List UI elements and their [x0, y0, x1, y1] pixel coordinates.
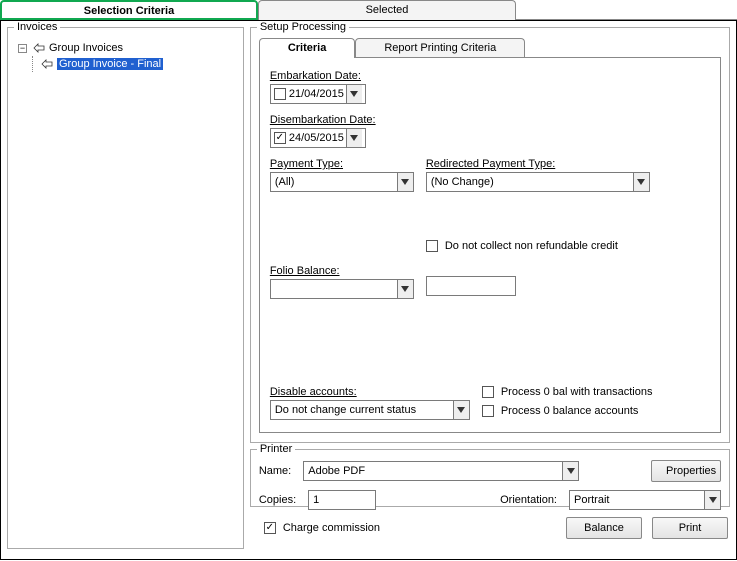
main-panel: Invoices − Group Invoices Group Invoice … — [0, 20, 737, 560]
dropdown-icon[interactable] — [453, 401, 469, 419]
copies-input[interactable]: 1 — [308, 490, 376, 510]
balance-button[interactable]: Balance — [566, 517, 642, 539]
tab-criteria[interactable]: Criteria — [259, 38, 356, 58]
criteria-panel: Embarkation Date: 21/04/2015 Disembarkat… — [259, 57, 721, 433]
orientation-value: Portrait — [574, 494, 702, 506]
process-0-bal-trans-label: Process 0 bal with transactions — [501, 386, 653, 398]
tab-report-printing[interactable]: Report Printing Criteria — [355, 38, 525, 58]
printer-fieldset: Printer Name: Adobe PDF Properties Copie… — [250, 449, 730, 507]
disembarkation-checkbox[interactable]: ✓ — [274, 132, 286, 144]
button-label: Print — [679, 522, 702, 534]
disembarkation-date-value: 24/05/2015 — [289, 132, 344, 144]
tree-child-row[interactable]: Group Invoice - Final — [18, 56, 235, 72]
folio-balance-label: Folio Balance: — [270, 265, 414, 277]
disembarkation-date-label: Disembarkation Date: — [270, 114, 710, 126]
pointer-icon — [31, 41, 47, 55]
properties-button[interactable]: Properties — [651, 460, 721, 482]
bottom-bar: ✓ Charge commission Balance Print — [250, 513, 730, 539]
checkbox-icon — [482, 405, 494, 417]
setup-processing-fieldset: Setup Processing Criteria Report Printin… — [250, 27, 730, 443]
process-0-balance-accounts-label: Process 0 balance accounts — [501, 405, 639, 417]
dropdown-icon[interactable] — [397, 280, 413, 298]
folio-balance-select[interactable] — [270, 279, 414, 299]
invoices-legend: Invoices — [14, 21, 60, 33]
orientation-select[interactable]: Portrait — [569, 490, 721, 510]
tree-child-label: Group Invoice - Final — [57, 58, 163, 70]
disable-accounts-select[interactable]: Do not change current status — [270, 400, 470, 420]
collapse-icon[interactable]: − — [18, 44, 27, 53]
copies-label: Copies: — [259, 494, 296, 506]
embarkation-date-input[interactable]: 21/04/2015 — [270, 84, 366, 104]
checkbox-icon — [482, 386, 494, 398]
tree-root-row[interactable]: − Group Invoices — [18, 40, 235, 56]
process-0-bal-trans-checkbox[interactable]: Process 0 bal with transactions — [482, 386, 653, 398]
tab-label: Criteria — [288, 42, 327, 54]
charge-commission-checkbox[interactable]: ✓ Charge commission — [264, 522, 380, 534]
dropdown-icon[interactable] — [346, 85, 362, 103]
print-button[interactable]: Print — [652, 517, 728, 539]
disembarkation-date-input[interactable]: ✓ 24/05/2015 — [270, 128, 366, 148]
redirected-payment-select[interactable]: (No Change) — [426, 172, 650, 192]
redirected-payment-label: Redirected Payment Type: — [426, 158, 650, 170]
redirected-payment-value: (No Change) — [431, 176, 631, 188]
embarkation-date-label: Embarkation Date: — [270, 70, 710, 82]
dropdown-icon[interactable] — [562, 462, 578, 480]
button-label: Balance — [584, 522, 624, 534]
orientation-label: Orientation: — [500, 494, 557, 506]
payment-type-select[interactable]: (All) — [270, 172, 414, 192]
no-collect-credit-checkbox[interactable]: Do not collect non refundable credit — [426, 240, 618, 252]
button-label: Properties — [666, 465, 716, 477]
printer-name-value: Adobe PDF — [308, 465, 560, 477]
tree-root-label: Group Invoices — [49, 42, 123, 54]
dropdown-icon[interactable] — [633, 173, 649, 191]
printer-name-select[interactable]: Adobe PDF — [303, 461, 579, 481]
dropdown-icon[interactable] — [704, 491, 720, 509]
disable-accounts-value: Do not change current status — [275, 404, 451, 416]
process-0-balance-accounts-checkbox[interactable]: Process 0 balance accounts — [482, 405, 639, 417]
tab-label: Selection Criteria — [84, 5, 174, 17]
pointer-icon — [39, 57, 55, 71]
tab-strip — [516, 0, 737, 20]
dropdown-icon[interactable] — [346, 129, 362, 147]
embarkation-date-value: 21/04/2015 — [289, 88, 344, 100]
tab-label: Report Printing Criteria — [384, 42, 496, 54]
folio-balance-input[interactable] — [426, 276, 516, 296]
tab-label: Selected — [366, 4, 409, 16]
payment-type-label: Payment Type: — [270, 158, 414, 170]
checkbox-icon: ✓ — [264, 522, 276, 534]
printer-name-label: Name: — [259, 465, 291, 477]
dropdown-icon[interactable] — [397, 173, 413, 191]
checkbox-icon — [426, 240, 438, 252]
no-collect-credit-label: Do not collect non refundable credit — [445, 240, 618, 252]
tree-line — [32, 56, 37, 72]
tab-selected[interactable]: Selected — [258, 0, 516, 20]
disable-accounts-label: Disable accounts: — [270, 386, 470, 398]
printer-legend: Printer — [257, 443, 295, 455]
tab-selection-criteria[interactable]: Selection Criteria — [0, 0, 258, 20]
invoices-fieldset: Invoices − Group Invoices Group Invoice … — [7, 27, 244, 549]
embarkation-checkbox[interactable] — [274, 88, 286, 100]
invoice-tree: − Group Invoices Group Invoice - Final — [16, 36, 235, 72]
charge-commission-label: Charge commission — [283, 522, 380, 534]
payment-type-value: (All) — [275, 176, 395, 188]
setup-legend: Setup Processing — [257, 21, 349, 33]
